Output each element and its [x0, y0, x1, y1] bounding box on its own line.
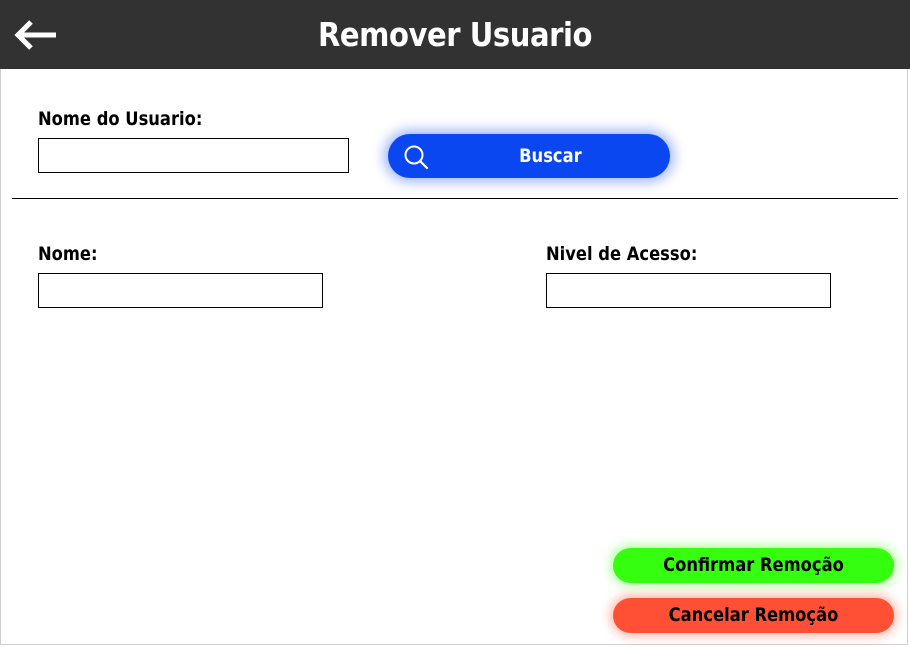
app-header: Remover Usuario — [0, 0, 910, 69]
search-icon — [404, 145, 429, 170]
name-label: Nome: — [38, 243, 98, 265]
username-label: Nome do Usuario: — [38, 108, 203, 130]
arrow-left-icon — [14, 20, 56, 50]
section-divider — [12, 198, 898, 199]
search-button[interactable]: Buscar — [388, 134, 670, 178]
cancel-removal-button[interactable]: Cancelar Remoção — [613, 598, 894, 633]
back-button[interactable] — [12, 17, 60, 53]
access-level-label: Nivel de Acesso: — [546, 243, 698, 265]
page-title: Remover Usuario — [317, 15, 593, 54]
confirm-removal-button[interactable]: Confirmar Remoção — [613, 548, 894, 583]
name-field[interactable] — [38, 273, 323, 308]
username-input[interactable] — [38, 138, 349, 173]
access-level-field[interactable] — [546, 273, 831, 308]
cancel-removal-label: Cancelar Remoção — [668, 604, 839, 626]
confirm-removal-label: Confirmar Remoção — [663, 554, 844, 576]
search-button-label: Buscar — [519, 145, 582, 167]
